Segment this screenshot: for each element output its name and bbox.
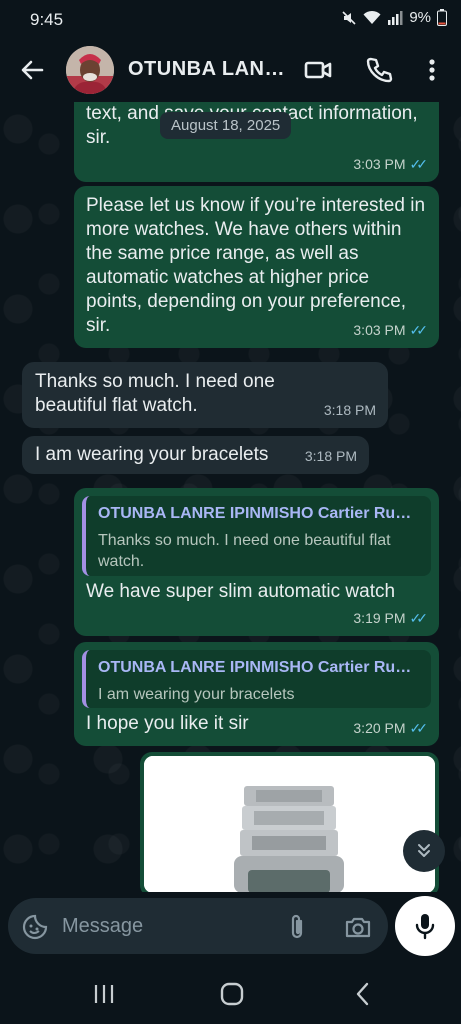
message-time: 3:18 PM [323, 402, 376, 418]
message-bubble-outgoing[interactable]: Please let us know if you’re interested … [74, 186, 439, 348]
quoted-text: Thanks so much. I need one beautiful fla… [98, 532, 391, 570]
scroll-down-button[interactable] [403, 830, 445, 872]
voice-record-button[interactable] [395, 896, 455, 956]
message-time: 3:18 PM [304, 448, 357, 464]
quoted-text: I am wearing your bracelets [98, 686, 295, 703]
system-nav-bar [0, 962, 461, 1024]
message-text: Thanks so much. I need one beautiful fla… [35, 371, 275, 416]
message-time: 3:03 PM [353, 322, 406, 338]
message-text: I am wearing your bracelets [35, 444, 269, 465]
message-meta: 3:19 PM ✓✓ [353, 606, 429, 630]
message-input[interactable] [62, 908, 272, 944]
read-ticks-icon: ✓✓ [409, 322, 429, 338]
watch-image[interactable] [144, 756, 435, 892]
message-meta: 3:18 PM [324, 398, 376, 422]
status-time: 9:45 [30, 10, 64, 29]
scroll-down-icon [418, 844, 430, 857]
sticker-icon[interactable] [22, 914, 48, 940]
status-bar: 9:45 9% [0, 0, 461, 38]
message-meta: 3:03 PM ✓✓ [353, 152, 429, 176]
message-bubble-incoming[interactable]: Thanks so much. I need one beautiful fla… [22, 362, 388, 428]
back-arrow-icon[interactable] [16, 54, 48, 86]
battery-icon [437, 9, 447, 26]
read-ticks-icon: ✓✓ [409, 610, 429, 626]
attach-icon[interactable] [286, 913, 308, 941]
message-time: 3:20 PM [353, 720, 406, 736]
message-bubble-outgoing[interactable]: OTUNBA LANRE IPINMISHO Cartier Ru… Thank… [74, 488, 439, 636]
image-message[interactable] [140, 752, 439, 892]
chat-header: OTUNBA LAN… [0, 38, 461, 102]
nav-back-icon[interactable] [350, 980, 378, 1008]
message-text: I hope you like it sir [86, 713, 249, 734]
battery-percent: 9% [409, 9, 431, 26]
more-vert-icon[interactable] [418, 54, 446, 86]
quoted-message[interactable]: OTUNBA LANRE IPINMISHO Cartier Ru… Thank… [82, 496, 431, 576]
camera-icon[interactable] [344, 914, 372, 940]
message-bubble-outgoing[interactable]: OTUNBA LANRE IPINMISHO Cartier Ru… I am … [74, 642, 439, 746]
mic-icon [415, 914, 435, 940]
message-time: 3:03 PM [353, 156, 406, 172]
quoted-sender: OTUNBA LANRE IPINMISHO Cartier Ru… [98, 505, 412, 522]
quoted-message[interactable]: OTUNBA LANRE IPINMISHO Cartier Ru… I am … [82, 650, 431, 708]
video-call-icon[interactable] [302, 54, 334, 86]
wifi-icon [363, 10, 381, 24]
phone-icon[interactable] [363, 54, 395, 86]
message-time: 3:19 PM [353, 610, 406, 626]
contact-name[interactable]: OTUNBA LAN… [128, 58, 285, 81]
message-bubble-incoming[interactable]: I am wearing your bracelets 3:18 PM [22, 436, 369, 474]
read-ticks-icon: ✓✓ [409, 156, 429, 172]
message-text: We have super slim automatic watch [86, 581, 396, 602]
chat-area[interactable]: this number. Please feel free to call or… [0, 102, 461, 892]
read-ticks-icon: ✓✓ [409, 720, 429, 736]
message-input-box[interactable] [8, 898, 388, 954]
date-pill: August 18, 2025 [160, 112, 292, 139]
mute-icon [342, 10, 356, 25]
message-meta: 3:03 PM ✓✓ [353, 318, 429, 342]
status-icons: 9% [341, 9, 447, 26]
quoted-sender: OTUNBA LANRE IPINMISHO Cartier Ru… [98, 659, 412, 676]
message-text: Please let us know if you’re interested … [86, 195, 426, 336]
recents-icon[interactable] [90, 980, 118, 1008]
message-meta: 3:18 PM [305, 444, 357, 468]
signal-icon [388, 11, 403, 25]
avatar[interactable] [66, 46, 114, 94]
home-icon[interactable] [218, 980, 246, 1008]
message-meta: 3:20 PM ✓✓ [353, 716, 429, 740]
composer [0, 892, 461, 962]
